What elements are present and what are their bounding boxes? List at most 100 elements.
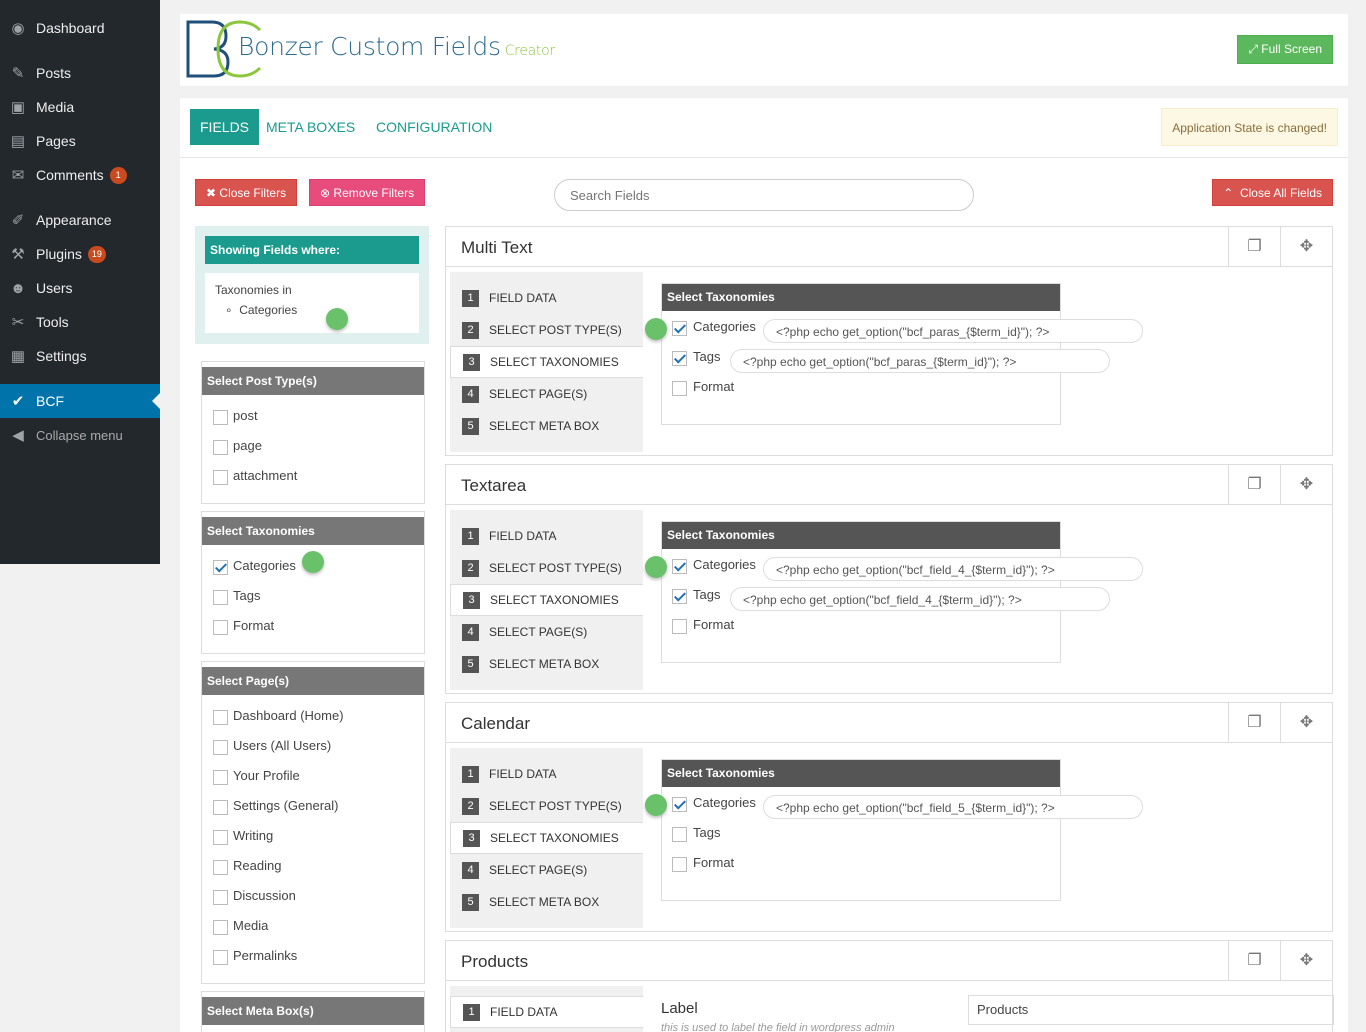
checkbox-categories[interactable]: [672, 321, 687, 336]
sidebar-item-bcf[interactable]: ✔ BCF: [0, 384, 160, 418]
step-taxonomies[interactable]: 3 SELECT TAXONOMIES: [450, 822, 643, 854]
tab-meta-boxes[interactable]: META BOXES: [256, 109, 365, 145]
checkbox-label: Format: [693, 617, 735, 632]
step-post-types[interactable]: 2 SELECT POST TYPE(S): [450, 314, 643, 346]
comments-icon: ✉: [11, 167, 25, 184]
checkbox-page-item[interactable]: [213, 950, 228, 965]
sidebar-item-tools[interactable]: ✂ Tools: [0, 305, 160, 339]
code-snippet[interactable]: <?php echo get_option("bcf_field_4_{$ter…: [730, 587, 1110, 611]
copy-icon[interactable]: ❐: [1228, 227, 1280, 267]
sidebar-item-users[interactable]: ☻ Users: [0, 271, 160, 305]
field-title[interactable]: Calendar: [461, 714, 530, 734]
checkbox-tags[interactable]: [213, 590, 228, 605]
field-title[interactable]: Textarea: [461, 476, 526, 496]
tab-fields[interactable]: FIELDS: [190, 109, 260, 145]
copy-icon[interactable]: ❐: [1228, 941, 1280, 981]
field-title[interactable]: Multi Text: [461, 238, 533, 258]
code-snippet[interactable]: <?php echo get_option("bcf_field_4_{$ter…: [763, 557, 1143, 581]
metaboxes-title: Select Meta Box(s): [202, 997, 424, 1025]
taxonomy-selector-title: Select Taxonomies: [662, 522, 1060, 549]
checkbox-page-item[interactable]: [213, 710, 228, 725]
copy-icon[interactable]: ❐: [1228, 703, 1280, 743]
pin-icon: ✎: [11, 65, 25, 82]
close-filters-button[interactable]: ✖ Close Filters: [195, 179, 298, 206]
checkbox-format[interactable]: [672, 381, 687, 396]
move-icon[interactable]: ✥: [1280, 703, 1332, 743]
checkbox-format[interactable]: [213, 620, 228, 635]
checkbox-tags[interactable]: [672, 351, 687, 366]
checkbox-page-item[interactable]: [213, 860, 228, 875]
step-taxonomies[interactable]: 3 SELECT TAXONOMIES: [450, 584, 643, 616]
step-meta-box[interactable]: 5 SELECT META BOX: [450, 648, 643, 680]
wrench-icon: ✂: [11, 314, 25, 331]
close-all-fields-button[interactable]: ⌃ Close All Fields: [1212, 179, 1333, 206]
checkbox-label: Users (All Users): [233, 738, 332, 753]
checkbox-tags[interactable]: [672, 589, 687, 604]
move-icon[interactable]: ✥: [1280, 227, 1332, 267]
step-post-types[interactable]: 2 SELECT POST TYPE(S): [450, 790, 643, 822]
sidebar-item-settings[interactable]: ▦ Settings: [0, 339, 160, 373]
checkbox-page-item[interactable]: [213, 890, 228, 905]
sidebar-item-appearance[interactable]: ✐ Appearance: [0, 203, 160, 237]
fullscreen-button[interactable]: ⤢ Full Screen: [1237, 35, 1333, 64]
checkbox-label: Categories: [693, 319, 756, 334]
checkbox-categories[interactable]: [213, 560, 228, 575]
step-meta-box[interactable]: 5 SELECT META BOX: [450, 886, 643, 918]
chevron-up-icon: ⌃: [1223, 186, 1234, 200]
step-pages[interactable]: 4 SELECT PAGE(S): [450, 378, 643, 410]
step-pages[interactable]: 4 SELECT PAGE(S): [450, 854, 643, 886]
checkbox-page-item[interactable]: [213, 830, 228, 845]
checkbox-label: attachment: [233, 468, 298, 483]
checkbox-page-item[interactable]: [213, 770, 228, 785]
step-field-data[interactable]: 1 FIELD DATA: [450, 996, 643, 1028]
checkbox-categories[interactable]: [672, 797, 687, 812]
sidebar-item-dashboard[interactable]: ◉ Dashboard: [0, 11, 160, 45]
step-post-types[interactable]: 2 SELECT POST TYPE(S): [450, 552, 643, 584]
taxonomies-title: Select Taxonomies: [202, 517, 424, 545]
plugin-header: Bonzer Custom Fields Creator ⤢ Full Scree…: [180, 14, 1348, 86]
step-field-data[interactable]: 1 FIELD DATA: [450, 758, 643, 790]
collapse-menu-button[interactable]: ◀ Collapse menu: [0, 418, 160, 452]
remove-icon: ⊗: [320, 186, 331, 200]
checkbox-label: Dashboard (Home): [233, 708, 344, 723]
field-steps: 1 FIELD DATA 2 SELECT POST TYPE(S) 3 SELECT…: [450, 510, 643, 690]
code-snippet[interactable]: <?php echo get_option("bcf_paras_{$term_…: [730, 349, 1110, 373]
checkbox-format[interactable]: [672, 619, 687, 634]
checkbox-post[interactable]: [213, 410, 228, 425]
checkbox-page-item[interactable]: [213, 800, 228, 815]
step-taxonomies[interactable]: 3 SELECT TAXONOMIES: [450, 346, 643, 378]
checkbox-page-item[interactable]: [213, 920, 228, 935]
checkbox-page[interactable]: [213, 440, 228, 455]
sidebar-item-comments[interactable]: ✉ Comments 1: [0, 158, 160, 192]
checkbox-label: Media: [233, 918, 269, 933]
highlight-dot: [302, 551, 324, 573]
highlight-dot: [645, 556, 667, 578]
checkbox-format[interactable]: [672, 857, 687, 872]
checkbox-categories[interactable]: [672, 559, 687, 574]
step-pages[interactable]: 4 SELECT PAGE(S): [450, 616, 643, 648]
label-input[interactable]: Products: [968, 995, 1334, 1025]
step-field-data[interactable]: 1 FIELD DATA: [450, 520, 643, 552]
step-field-data[interactable]: 1 FIELD DATA: [450, 282, 643, 314]
code-snippet[interactable]: <?php echo get_option("bcf_paras_{$term_…: [763, 319, 1143, 343]
sidebar-item-plugins[interactable]: ⚒ Plugins 19: [0, 237, 160, 271]
checkbox-page-item[interactable]: [213, 740, 228, 755]
sidebar-item-media[interactable]: ▣ Media: [0, 90, 160, 124]
move-icon[interactable]: ✥: [1280, 941, 1332, 981]
copy-icon[interactable]: ❐: [1228, 465, 1280, 505]
search-input[interactable]: [554, 179, 974, 211]
field-card: Calendar ❐ ✥ 1 FIELD DATA 2 SELECT POST TY…: [445, 702, 1333, 932]
checkbox-label: Categories: [693, 795, 756, 810]
checkbox-label: Tags: [693, 825, 721, 840]
checkbox-attachment[interactable]: [213, 470, 228, 485]
tab-configuration[interactable]: CONFIGURATION: [366, 109, 502, 145]
checkbox-tags[interactable]: [672, 827, 687, 842]
step-meta-box[interactable]: 5 SELECT META BOX: [450, 410, 643, 442]
code-snippet[interactable]: <?php echo get_option("bcf_field_5_{$ter…: [763, 795, 1143, 819]
app-state-notice: Application State is changed!: [1161, 108, 1338, 146]
field-title[interactable]: Products: [461, 952, 528, 972]
move-icon[interactable]: ✥: [1280, 465, 1332, 505]
sidebar-item-pages[interactable]: ▤ Pages: [0, 124, 160, 158]
sidebar-item-posts[interactable]: ✎ Posts: [0, 56, 160, 90]
remove-filters-button[interactable]: ⊗ Remove Filters: [309, 179, 426, 206]
